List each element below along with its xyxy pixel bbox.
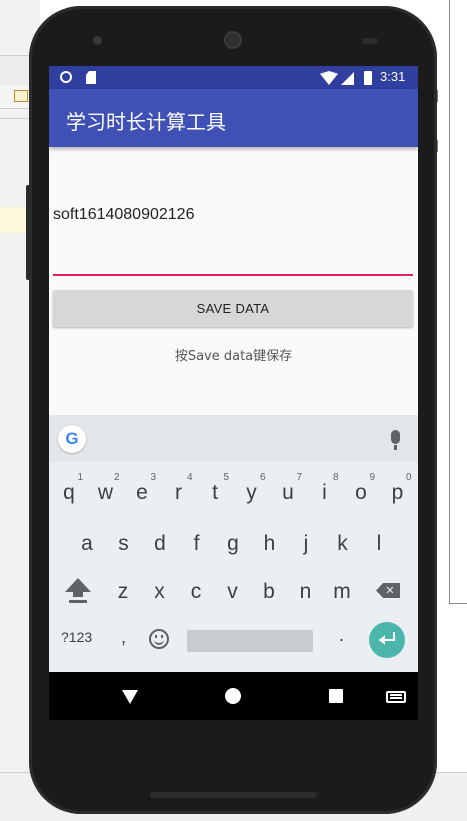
symbols-key[interactable]: ?123: [61, 629, 92, 645]
key-number-hint: 5: [223, 472, 229, 483]
key-w[interactable]: w2: [88, 471, 124, 515]
edit-text-underline: [53, 274, 413, 276]
google-logo-icon[interactable]: G: [58, 425, 86, 453]
battery-icon: [364, 71, 372, 85]
key-label: l: [376, 532, 382, 555]
key-s[interactable]: s: [106, 522, 142, 566]
key-z[interactable]: z: [105, 570, 141, 614]
key-x[interactable]: x: [142, 570, 178, 614]
key-label: f: [193, 532, 200, 555]
save-data-button[interactable]: SAVE DATA: [53, 290, 413, 327]
key-v[interactable]: v: [215, 570, 251, 614]
device-speaker: [224, 31, 242, 49]
key-label: h: [263, 532, 276, 555]
nav-back-icon[interactable]: [122, 690, 138, 704]
key-label: s: [118, 532, 129, 555]
data-edit-text[interactable]: soft1614080902126: [53, 206, 194, 224]
key-o[interactable]: o9: [343, 471, 379, 515]
signal-icon: [341, 72, 354, 85]
key-d[interactable]: d: [142, 522, 178, 566]
ide-right-panel: [449, 0, 467, 604]
key-h[interactable]: h: [252, 522, 288, 566]
backspace-icon[interactable]: ✕: [376, 583, 400, 598]
key-number-hint: 0: [405, 472, 412, 483]
key-b[interactable]: b: [251, 570, 287, 614]
key-label: x: [154, 580, 165, 603]
soft-keyboard: G ✕ ?123 , . q1w2e3r4t5y6u7i8o9p0 a s d f g h j…: [49, 415, 418, 672]
app-bar: 学习时长计算工具: [49, 89, 418, 147]
key-number-hint: 6: [259, 472, 266, 483]
status-time: 3:31: [380, 69, 406, 84]
key-number-hint: 2: [113, 472, 120, 483]
key-number-hint: 7: [296, 472, 302, 483]
suggestion-bar: G: [49, 415, 418, 462]
device-bottom-speaker: [150, 792, 317, 798]
device-camera: [93, 36, 102, 45]
key-g[interactable]: g: [215, 522, 251, 566]
wifi-icon: [320, 71, 338, 85]
key-u[interactable]: u7: [270, 471, 306, 515]
key-number-hint: 4: [186, 472, 193, 483]
key-label: c: [190, 580, 202, 603]
navigation-bar: [49, 672, 418, 720]
nav-keyboard-icon[interactable]: [386, 691, 406, 703]
key-label: d: [154, 532, 166, 555]
key-r[interactable]: r4: [161, 471, 197, 515]
key-number-hint: 3: [150, 472, 156, 483]
key-i[interactable]: i8: [307, 471, 343, 515]
key-k[interactable]: k: [325, 522, 361, 566]
space-key[interactable]: [187, 630, 313, 652]
key-a[interactable]: a: [69, 522, 105, 566]
sd-card-icon: [86, 71, 96, 84]
shift-icon[interactable]: [65, 578, 91, 603]
key-n[interactable]: n: [288, 570, 324, 614]
key-label: v: [227, 580, 238, 603]
key-j[interactable]: j: [288, 522, 324, 566]
key-label: j: [303, 532, 309, 555]
key-m[interactable]: m: [324, 570, 360, 614]
key-t[interactable]: t5: [197, 471, 233, 515]
device-sensor: [362, 38, 378, 44]
key-label: b: [263, 580, 275, 603]
key-label: k: [337, 532, 348, 555]
status-bar: 3:31: [49, 66, 418, 89]
mic-icon[interactable]: [391, 430, 400, 444]
emoji-icon[interactable]: [149, 629, 169, 649]
notification-circle-icon: [60, 71, 72, 83]
key-l[interactable]: l: [361, 522, 397, 566]
key-label: z: [117, 580, 129, 603]
mic-icon-stem: [394, 445, 397, 450]
nav-recents-icon[interactable]: [329, 689, 343, 703]
key-number-hint: 1: [77, 472, 83, 483]
key-label: n: [299, 580, 312, 603]
key-label: a: [81, 532, 93, 555]
device-screen: 3:31 学习时长计算工具 soft1614080902126 SAVE DAT…: [49, 66, 418, 720]
device-side-button: [26, 185, 31, 280]
comma-key[interactable]: ,: [121, 627, 126, 648]
key-e[interactable]: e3: [124, 471, 160, 515]
ide-xml-icon[interactable]: [14, 90, 28, 102]
period-key[interactable]: .: [339, 625, 344, 646]
hint-text: 按Save data键保存: [174, 349, 293, 364]
key-label: g: [227, 532, 239, 555]
app-title: 学习时长计算工具: [66, 110, 226, 134]
key-c[interactable]: c: [178, 570, 214, 614]
key-y[interactable]: y6: [234, 471, 270, 515]
key-number-hint: 8: [332, 472, 339, 483]
nav-home-icon[interactable]: [225, 688, 241, 704]
key-number-hint: 9: [369, 472, 375, 483]
key-q[interactable]: q1: [51, 471, 87, 515]
key-p[interactable]: p0: [380, 471, 416, 515]
enter-icon[interactable]: [369, 622, 405, 658]
key-label: m: [333, 580, 351, 603]
key-f[interactable]: f: [179, 522, 215, 566]
